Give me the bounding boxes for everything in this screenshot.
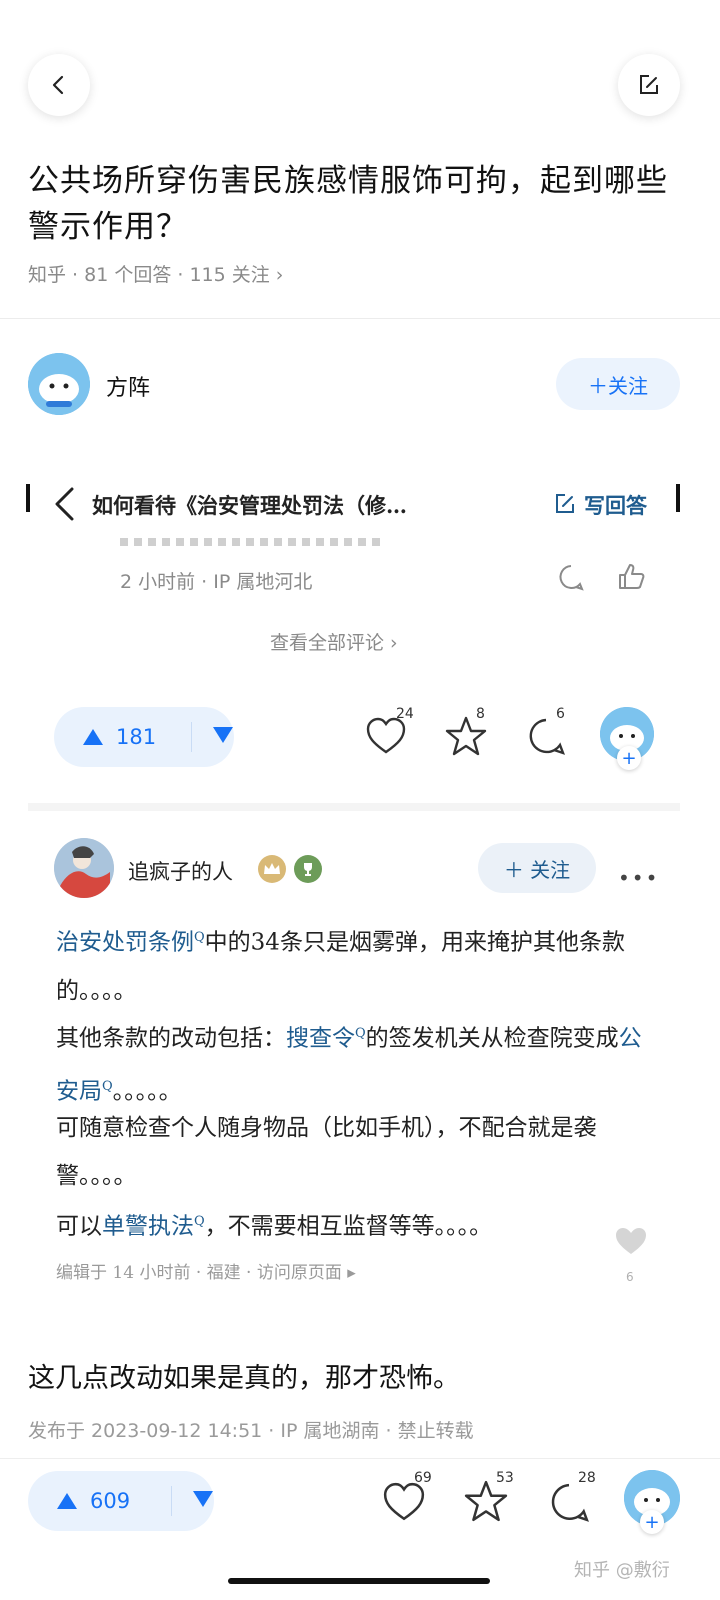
upvote-button[interactable]: 609 (28, 1489, 171, 1513)
embedded-divider (28, 803, 680, 811)
chevron-left-icon (52, 75, 64, 95)
comment-count: 28 (578, 1470, 596, 1486)
more-icon[interactable]: ••• (618, 866, 659, 890)
embedded-back-icon[interactable] (52, 486, 78, 526)
clipped-text-remnant (120, 538, 380, 546)
embedded-comment-button[interactable] (526, 717, 566, 761)
embedded-vote-group: 181 (54, 707, 234, 767)
embedded-downvote-button[interactable] (192, 726, 234, 748)
watermark: 知乎 @敷衍 (574, 1560, 670, 1581)
divider (0, 318, 720, 319)
embedded-comment-count: 6 (556, 706, 565, 722)
embedded-star-button[interactable] (445, 716, 487, 760)
star-button[interactable] (464, 1480, 508, 1526)
crown-badge-icon (258, 855, 286, 883)
heart-icon (383, 1482, 425, 1521)
answer-user-avatar[interactable] (54, 838, 114, 898)
keyword-link[interactable]: 治安处罚条例 (56, 930, 194, 956)
publish-meta: 发布于 2023-09-12 14:51 · IP 属地湖南 · 禁止转载 (28, 1420, 474, 1442)
follow-button[interactable]: ＋关注 (556, 358, 680, 410)
author-name[interactable]: 方阵 (106, 370, 150, 402)
floating-like-count: 6 (626, 1270, 634, 1284)
downvote-button[interactable] (172, 1490, 214, 1512)
thumb-up-icon[interactable] (616, 562, 646, 596)
heart-icon (366, 717, 406, 754)
question-meta[interactable]: 知乎 · 81 个回答 · 115 关注 › (28, 260, 283, 287)
answer-paragraph-4: 可以单警执法Q，不需要相互监督等等。。。。 (56, 1213, 493, 1240)
screenshot-edge-right (676, 484, 680, 512)
floating-like-icon[interactable] (614, 1226, 648, 1260)
embedded-upvote-count: 181 (116, 725, 157, 749)
keyword-link[interactable]: 单警执法 (102, 1214, 194, 1240)
add-follow-icon[interactable]: + (617, 746, 641, 770)
back-button[interactable] (28, 54, 90, 116)
bottom-bar-divider (0, 1458, 720, 1459)
vote-group: 609 (28, 1471, 214, 1531)
triangle-down-icon (193, 1491, 213, 1507)
search-small-icon: Q (102, 1078, 113, 1094)
write-answer-icon (553, 492, 577, 520)
like-count: 69 (414, 1470, 432, 1486)
search-small-icon: Q (194, 1214, 205, 1229)
embedded-upvote-button[interactable]: 181 (54, 725, 191, 749)
edit-meta[interactable]: 编辑于 14 小时前 · 福建 · 访问原页面 ▸ (56, 1258, 356, 1283)
search-small-icon: Q (194, 930, 205, 945)
trophy-badge-icon (294, 855, 322, 883)
question-title[interactable]: 公共场所穿伤害民族感情服饰可拘，起到哪些警示作用？ (28, 158, 698, 250)
compose-button[interactable] (618, 54, 680, 116)
answer-follow-button[interactable]: ＋ 关注 (478, 843, 596, 893)
write-answer-button[interactable]: 写回答 (584, 490, 647, 520)
keyword-link[interactable]: 搜查令 (286, 1026, 355, 1052)
star-count: 53 (496, 1470, 514, 1486)
star-icon (445, 716, 487, 756)
home-indicator[interactable] (228, 1578, 490, 1584)
embedded-star-count: 8 (476, 706, 485, 722)
comment-icon (529, 718, 566, 755)
triangle-down-icon (213, 727, 233, 743)
view-all-comments[interactable]: 查看全部评论 › (270, 628, 398, 655)
embedded-nav-title[interactable]: 如何看待《治安管理处罚法（修… (92, 490, 407, 520)
comment-time: 2 小时前 · IP 属地河北 (120, 571, 313, 593)
screenshot-edge-left (26, 484, 30, 512)
edit-square-icon (640, 75, 658, 94)
embedded-like-button[interactable] (365, 717, 407, 759)
avatar[interactable] (28, 353, 90, 415)
answer-paragraph-2: 其他条款的改动包括：搜查令Q的签发机关从检查院变成公安局Q。。。。。 (56, 1025, 642, 1105)
answer-user-name[interactable]: 追疯子的人 (128, 856, 233, 886)
comment-icon[interactable] (557, 563, 585, 595)
answer-body: 这几点改动如果是真的，那才恐怖。 (28, 1363, 460, 1394)
like-button[interactable] (382, 1482, 426, 1526)
answer-paragraph-1: 治安处罚条例Q中的34条只是烟雾弹，用来掩护其他条款的。。。。 (56, 929, 625, 1004)
triangle-up-icon (83, 729, 103, 745)
upvote-count: 609 (90, 1489, 131, 1513)
add-follow-icon[interactable]: + (640, 1510, 664, 1534)
answer-paragraph-3: 可随意检查个人随身物品（比如手机），不配合就是袭警。。。。 (56, 1115, 597, 1189)
comment-button[interactable] (548, 1482, 590, 1528)
embedded-like-count: 24 (396, 706, 414, 722)
search-small-icon: Q (355, 1026, 366, 1041)
comment-icon (551, 1483, 589, 1522)
star-icon (464, 1480, 508, 1522)
triangle-up-icon (57, 1493, 77, 1509)
